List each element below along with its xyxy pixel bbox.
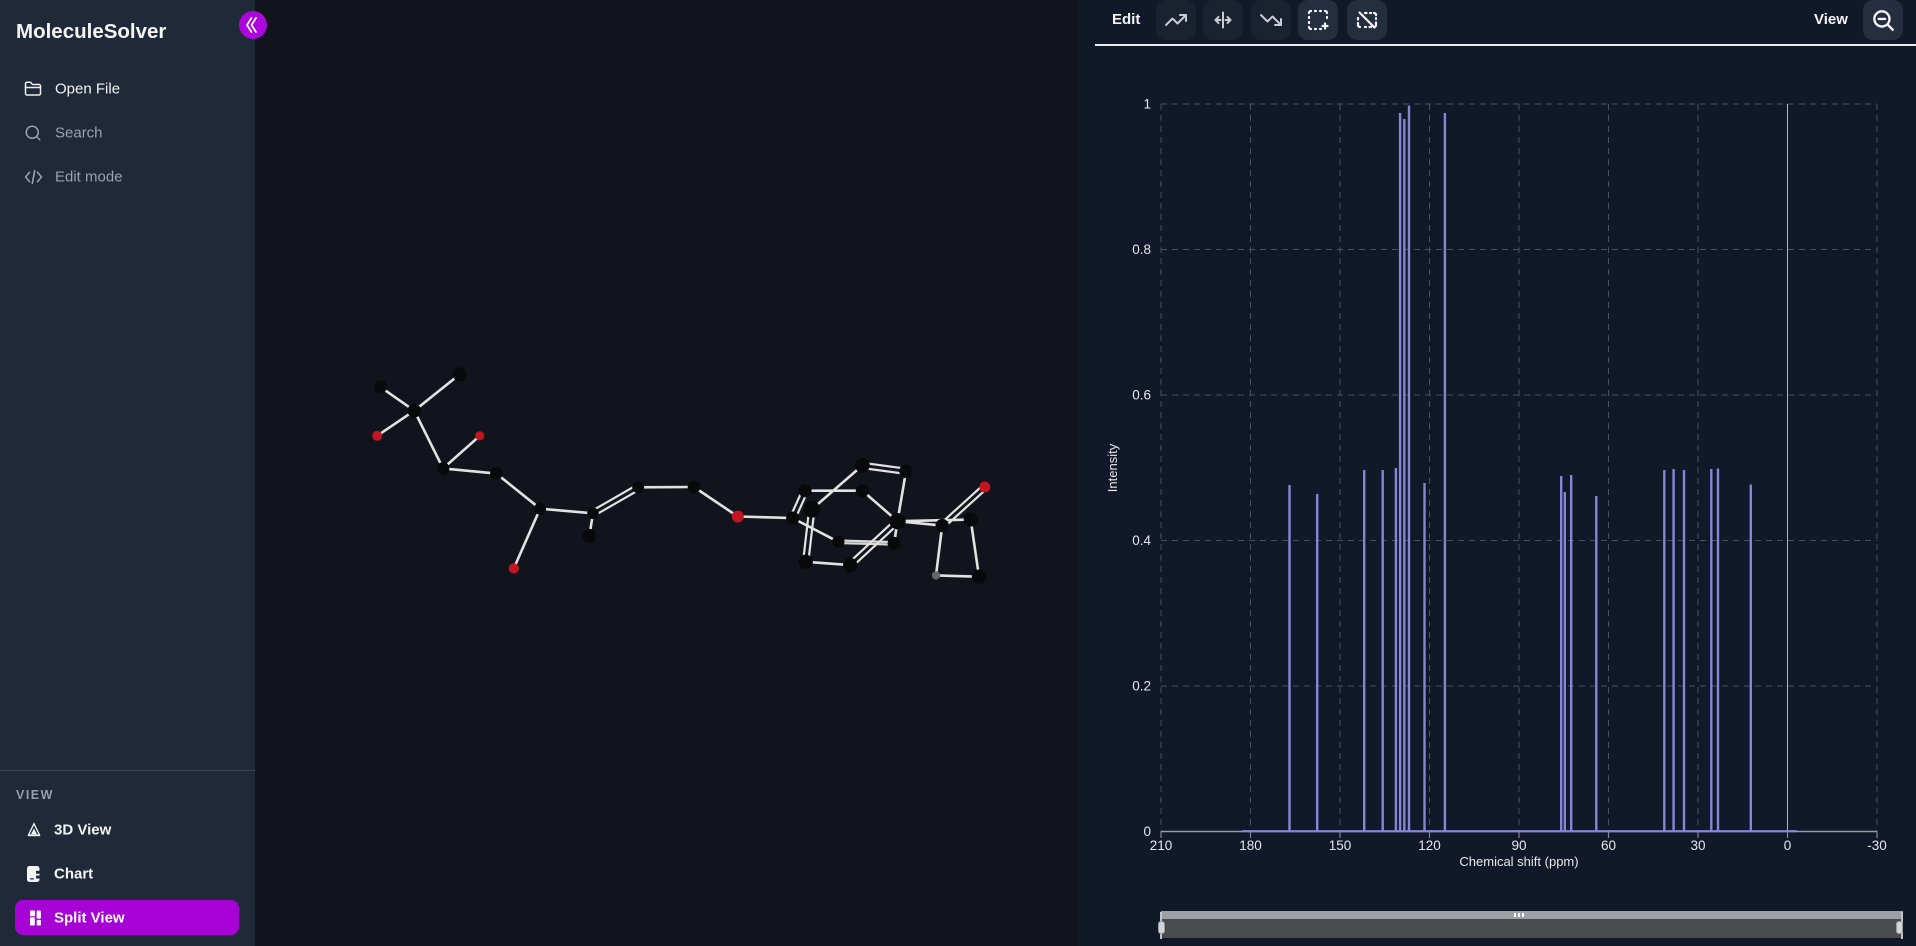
svg-text:150: 150 (1329, 838, 1352, 853)
svg-text:0.6: 0.6 (1132, 388, 1151, 403)
svg-text:0.8: 0.8 (1132, 242, 1151, 257)
svg-text:180: 180 (1239, 838, 1262, 853)
svg-text:90: 90 (1511, 838, 1526, 853)
svg-text:210: 210 (1150, 838, 1173, 853)
svg-text:0: 0 (1784, 838, 1792, 853)
svg-text:Chemical shift (ppm): Chemical shift (ppm) (1459, 854, 1578, 869)
svg-text:0.4: 0.4 (1132, 533, 1151, 548)
svg-text:60: 60 (1601, 838, 1616, 853)
svg-text:-30: -30 (1867, 838, 1887, 853)
svg-text:30: 30 (1690, 838, 1705, 853)
svg-text:1: 1 (1143, 97, 1151, 112)
svg-text:0: 0 (1143, 824, 1151, 839)
svg-text:0.2: 0.2 (1132, 679, 1151, 694)
svg-text:Intensity: Intensity (1105, 443, 1120, 492)
svg-text:120: 120 (1418, 838, 1441, 853)
